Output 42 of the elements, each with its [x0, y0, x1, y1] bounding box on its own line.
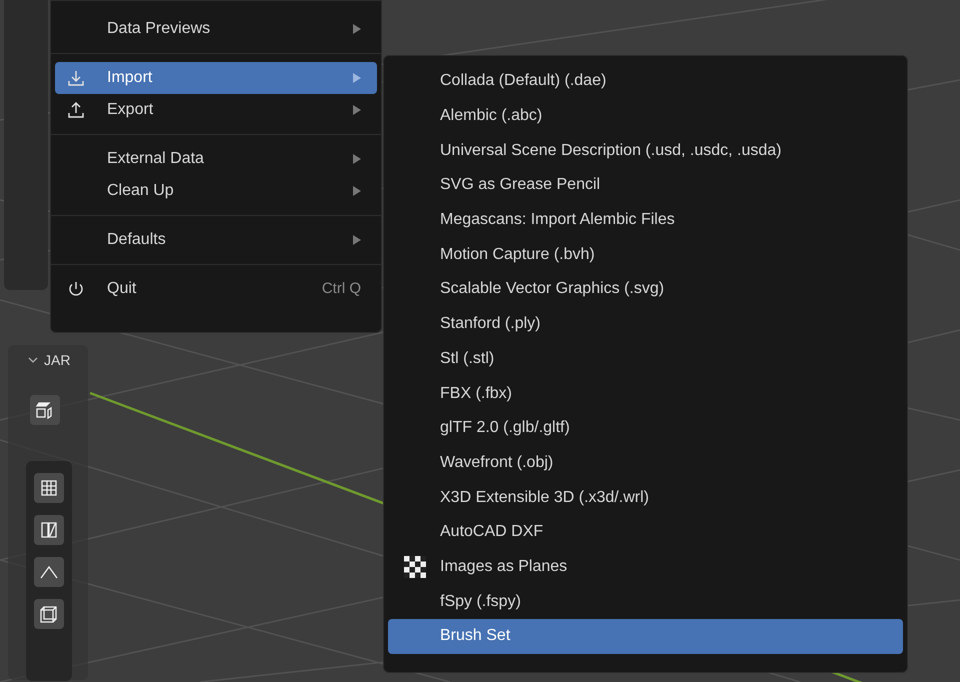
submenu-arrow-icon: [353, 24, 361, 34]
menu-item[interactable]: Megascans: Import Alembic Files: [388, 202, 903, 238]
shortcut-label: Ctrl Q: [322, 278, 361, 299]
menu-item[interactable]: fSpy (.fspy): [388, 584, 903, 619]
menu-item[interactable]: X3D Extensible 3D (.x3d/.wrl): [388, 480, 903, 515]
submenu-arrow-icon: [353, 186, 361, 196]
checkerboard-icon: [404, 556, 426, 578]
menu-item[interactable]: Motion Capture (.bvh): [388, 237, 903, 272]
menu-item[interactable]: Collada (Default) (.dae): [388, 64, 903, 99]
menu-item[interactable]: Brush Set: [388, 619, 903, 654]
menu-item[interactable]: Defaults: [55, 224, 377, 256]
menu-item[interactable]: Scalable Vector Graphics (.svg): [388, 272, 903, 307]
submenu-arrow-icon: [353, 73, 361, 83]
chevron-down-icon[interactable]: [28, 355, 38, 365]
panel-title: JAR: [44, 350, 70, 370]
menu-item[interactable]: SVG as Grease Pencil: [388, 168, 903, 203]
menu-item[interactable]: Alembic (.abc): [388, 98, 903, 134]
submenu-arrow-icon: [353, 235, 361, 245]
menu-item[interactable]: Wavefront (.obj): [388, 446, 903, 480]
menu-item[interactable]: Import: [55, 62, 377, 94]
tool-button[interactable]: [34, 557, 64, 587]
menu-item[interactable]: Images as Planes: [388, 550, 903, 584]
menu-item[interactable]: glTF 2.0 (.glb/.gltf): [388, 410, 903, 446]
submenu-arrow-icon: [353, 154, 361, 164]
menu-item[interactable]: FBX (.fbx): [388, 376, 903, 411]
menu-item[interactable]: Quit Ctrl Q: [55, 273, 377, 305]
submenu-arrow-icon: [353, 105, 361, 115]
tool-button[interactable]: [30, 395, 60, 425]
menu-item[interactable]: Export: [55, 94, 377, 126]
menu-item[interactable]: Stanford (.ply): [388, 306, 903, 342]
menu-item[interactable]: AutoCAD DXF: [388, 514, 903, 550]
tool-button[interactable]: [34, 599, 64, 629]
menu-item[interactable]: Data Previews: [55, 13, 377, 45]
menu-item[interactable]: Universal Scene Description (.usd, .usdc, .usda): [388, 133, 903, 168]
menu-item[interactable]: External Data: [55, 143, 377, 175]
export-icon: [67, 101, 85, 119]
import-icon: [67, 69, 85, 87]
tool-button[interactable]: [34, 515, 64, 545]
menu-item[interactable]: Clean Up: [55, 175, 377, 207]
menu-item[interactable]: Stl (.stl): [388, 342, 903, 376]
tool-button[interactable]: [34, 473, 64, 503]
power-icon: [67, 280, 85, 298]
